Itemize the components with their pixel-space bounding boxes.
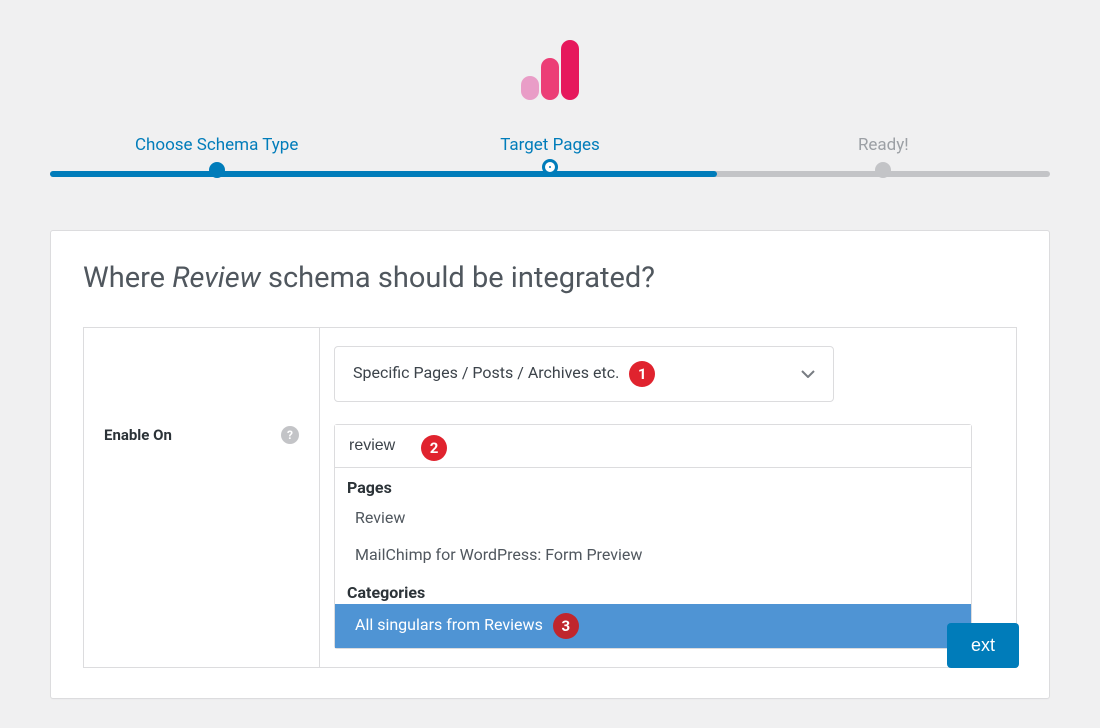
annotation-badge-2: 2 <box>421 435 447 461</box>
step-ready[interactable]: Ready! <box>717 135 1050 180</box>
enable-on-label: Enable On <box>104 426 172 444</box>
step-label: Choose Schema Type <box>50 135 383 155</box>
enable-on-cell: Enable On ? <box>84 328 320 667</box>
step-dot-icon <box>545 162 555 172</box>
stepper: Choose Schema Type Target Pages Ready! <box>50 135 1050 180</box>
step-label: Target Pages <box>383 135 716 155</box>
title-schema: Review <box>172 261 261 295</box>
chevron-down-icon <box>801 366 815 382</box>
target-select[interactable]: Specific Pages / Posts / Archives etc. 1 <box>334 346 834 402</box>
step-choose-schema[interactable]: Choose Schema Type <box>50 135 383 180</box>
settings-table: Enable On ? Specific Pages / Posts / Arc… <box>83 327 1017 668</box>
step-target-pages[interactable]: Target Pages <box>383 135 716 180</box>
select-value: Specific Pages / Posts / Archives etc. <box>353 363 619 382</box>
logo-bar-1 <box>521 76 539 100</box>
annotation-badge-1: 1 <box>629 361 655 387</box>
title-suffix: schema should be integrated? <box>261 261 655 295</box>
step-label: Ready! <box>717 135 1050 155</box>
annotation-badge-3: 3 <box>553 613 579 639</box>
dropdown-item-mailchimp[interactable]: MailChimp for WordPress: Form Preview <box>335 536 971 573</box>
panel-title: Where Review schema should be integrated… <box>83 261 1017 295</box>
dropdown-group-categories: Categories <box>335 573 971 604</box>
logo-bar-3 <box>561 40 579 100</box>
next-button[interactable]: ext <box>947 623 1019 668</box>
title-prefix: Where <box>83 261 172 295</box>
next-button-label: ext <box>971 635 995 655</box>
dropdown-group-pages: Pages <box>335 468 971 499</box>
logo <box>50 30 1050 135</box>
step-dot-icon <box>209 162 225 178</box>
dropdown-item-label: All singulars from Reviews <box>355 615 543 634</box>
main-panel: Where Review schema should be integrated… <box>50 230 1050 699</box>
step-dot-icon <box>875 162 891 178</box>
help-icon[interactable]: ? <box>281 426 299 444</box>
dropdown-item-all-singulars[interactable]: All singulars from Reviews 3 <box>335 604 971 648</box>
logo-bar-2 <box>541 58 559 100</box>
search-dropdown: 2 Pages Review MailChimp for WordPress: … <box>334 424 972 649</box>
dropdown-item-review[interactable]: Review <box>335 499 971 536</box>
enable-on-controls: Specific Pages / Posts / Archives etc. 1… <box>320 328 1016 667</box>
